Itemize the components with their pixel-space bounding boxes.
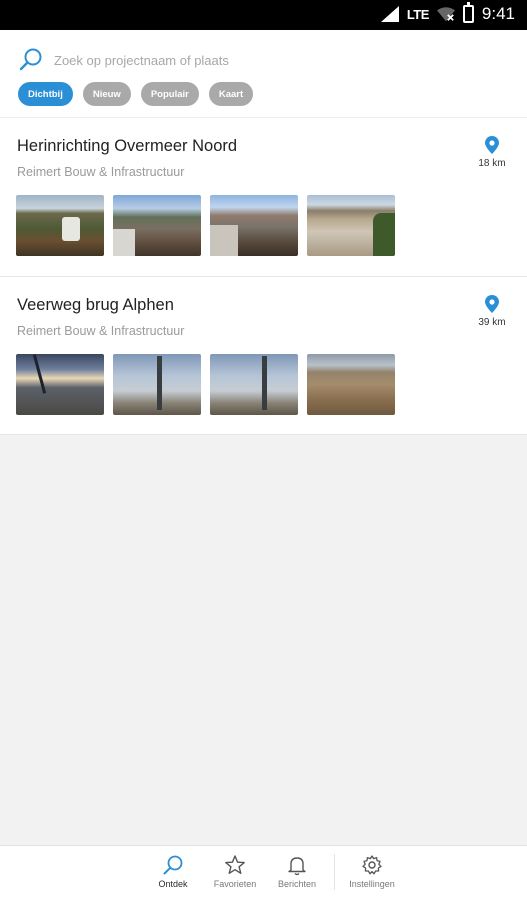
filter-chip-populair[interactable]: Populair: [140, 82, 199, 106]
nav-instellingen[interactable]: Instellingen: [341, 854, 403, 890]
search-bar[interactable]: [18, 46, 454, 74]
project-company: Reimert Bouw & Infrastructuur: [17, 324, 185, 338]
filter-chip-kaart[interactable]: Kaart: [208, 82, 254, 106]
bottom-navigation: Ontdek Favorieten Berichten Instellingen: [0, 845, 527, 900]
network-type: LTE: [406, 6, 430, 22]
filter-chip-nieuw[interactable]: Nieuw: [82, 82, 131, 106]
search-icon: [19, 48, 42, 71]
filter-chip-dichtbij[interactable]: Dichtbij: [18, 82, 73, 106]
project-photos: [16, 354, 395, 415]
project-photo[interactable]: [210, 195, 298, 256]
nav-ontdek[interactable]: Ontdek: [142, 854, 204, 890]
project-distance: 18 km: [478, 158, 506, 169]
project-photo[interactable]: [16, 354, 104, 415]
location-pin-icon: [485, 136, 499, 154]
project-photo[interactable]: [307, 354, 395, 415]
project-photo[interactable]: [210, 354, 298, 415]
nav-label: Berichten: [277, 879, 317, 889]
wifi-icon: [436, 7, 455, 22]
project-card[interactable]: Veerweg brug Alphen Reimert Bouw & Infra…: [0, 277, 527, 435]
nav-label: Favorieten: [213, 879, 257, 889]
clock: 9:41: [481, 4, 515, 23]
project-distance: 39 km: [478, 317, 506, 328]
search-icon: [163, 855, 183, 875]
project-location: 18 km: [469, 136, 515, 169]
nav-favorieten[interactable]: Favorieten: [204, 854, 266, 890]
battery-icon: [462, 2, 474, 23]
search-input[interactable]: [54, 52, 454, 68]
nav-divider: [334, 854, 335, 890]
status-bar: LTE 9:41: [0, 0, 527, 30]
project-title: Herinrichting Overmeer Noord: [17, 137, 238, 155]
nav-berichten[interactable]: Berichten: [266, 854, 328, 890]
project-photo[interactable]: [113, 354, 201, 415]
signal-icon: [380, 6, 399, 22]
nav-label: Ontdek: [158, 879, 188, 889]
project-photo[interactable]: [113, 195, 201, 256]
project-photos: [16, 195, 395, 256]
project-company: Reimert Bouw & Infrastructuur: [17, 165, 185, 179]
location-pin-icon: [485, 295, 499, 313]
bell-icon: [288, 857, 306, 876]
nav-label: Instellingen: [349, 879, 395, 889]
project-location: 39 km: [469, 295, 515, 328]
project-photo[interactable]: [16, 195, 104, 256]
filter-chips: Dichtbij Nieuw Populair Kaart: [18, 82, 254, 106]
project-photo[interactable]: [307, 195, 395, 256]
star-icon: [225, 855, 245, 874]
project-card[interactable]: Herinrichting Overmeer Noord Reimert Bou…: [0, 118, 527, 277]
project-title: Veerweg brug Alphen: [17, 296, 174, 314]
gear-icon: [362, 855, 382, 875]
search-header: Dichtbij Nieuw Populair Kaart: [0, 30, 527, 118]
